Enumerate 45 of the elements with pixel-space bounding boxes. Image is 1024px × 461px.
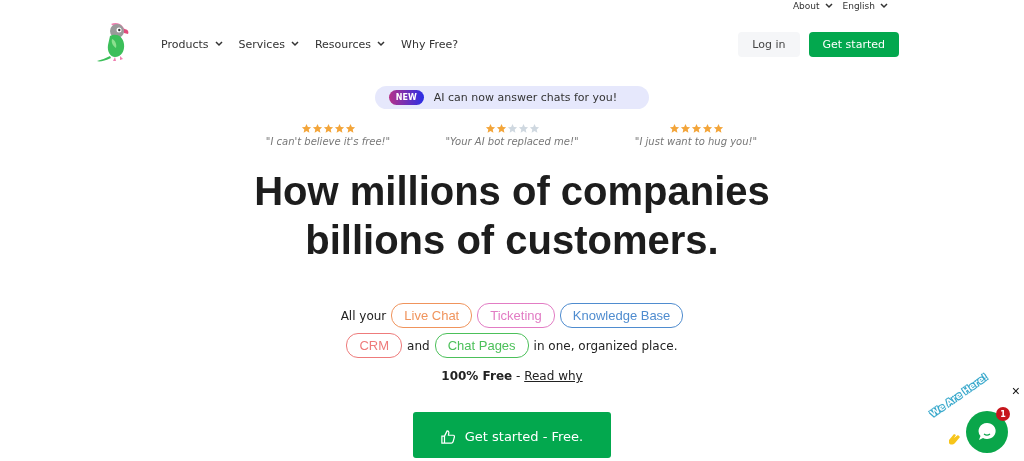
- star-icon: [322, 123, 334, 134]
- star-icon: [495, 123, 507, 134]
- star-icon: [484, 123, 496, 134]
- star-icon: [344, 123, 356, 134]
- star-icon: [679, 123, 691, 134]
- nav-link[interactable]: Products: [161, 37, 223, 51]
- free-note: 100% Free - Read why: [441, 369, 583, 383]
- unread-badge: 1: [996, 407, 1010, 421]
- star-icon: [528, 123, 540, 134]
- star-icon: [712, 123, 724, 134]
- review-quote: "I can't believe it's free!": [265, 136, 391, 147]
- thumbs-up-icon: [440, 430, 455, 444]
- nav-link[interactable]: Resources: [314, 37, 386, 51]
- waving-hand-icon: [946, 431, 962, 447]
- feature-tag[interactable]: Knowledge Base: [559, 303, 684, 328]
- star-icon: [311, 123, 323, 134]
- feature-text: in one, organized place.: [533, 338, 678, 353]
- chat-button[interactable]: [966, 411, 1008, 453]
- chat-bubble-icon: [976, 421, 998, 443]
- chevron-down-icon: [377, 41, 386, 47]
- headline: How millions of companies billions of customers.: [253, 168, 771, 264]
- chevron-down-icon: [214, 41, 223, 47]
- announcement-banner[interactable]: NEW AI can now answer chats for you!: [374, 86, 650, 109]
- feature-text: All your: [340, 308, 387, 323]
- announcement-text: AI can now answer chats for you!: [433, 91, 618, 104]
- nav-link[interactable]: Services: [238, 37, 299, 51]
- review-quote: "Your AI bot replaced me!": [445, 136, 579, 147]
- star-icon: [668, 123, 680, 134]
- star-icon: [333, 123, 345, 134]
- chevron-down-icon: [880, 3, 888, 9]
- star-icon: [517, 123, 529, 134]
- top-link[interactable]: About: [792, 1, 833, 11]
- read-why-link[interactable]: Read why: [524, 369, 583, 383]
- login-button[interactable]: Log in: [738, 31, 800, 57]
- review-quote: "I just want to hug you!": [634, 136, 758, 147]
- star-icon: [690, 123, 702, 134]
- star-icon: [506, 123, 518, 134]
- chevron-down-icon: [824, 3, 833, 9]
- feature-text: and: [407, 338, 430, 353]
- new-badge: NEW: [388, 90, 424, 105]
- nav-link[interactable]: Why Free?: [401, 37, 459, 51]
- star-icon: [701, 123, 713, 134]
- star-icon: [300, 123, 312, 134]
- top-link[interactable]: English: [842, 1, 888, 11]
- chevron-down-icon: [290, 41, 299, 47]
